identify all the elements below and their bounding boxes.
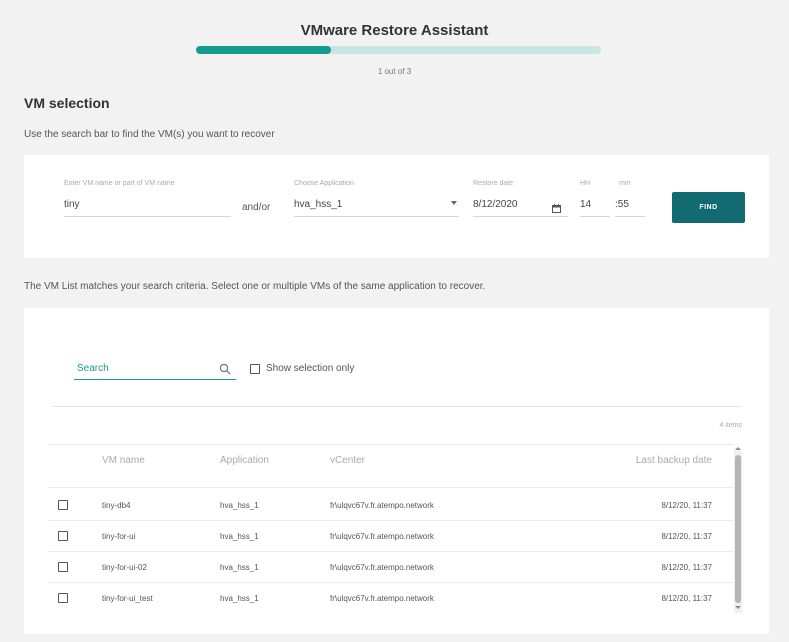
- instructions-text: Use the search bar to find the VM(s) you…: [24, 129, 275, 140]
- column-header-vcenter[interactable]: vCenter: [330, 455, 365, 466]
- cell-application: hva_hss_1: [220, 594, 259, 603]
- section-title: VM selection: [24, 95, 110, 111]
- progress-fill: [196, 46, 331, 54]
- row-separator: [48, 582, 734, 583]
- row-checkbox[interactable]: [58, 531, 68, 541]
- minute-underline: [615, 216, 645, 217]
- divider: [52, 406, 742, 407]
- minute-input[interactable]: :55: [615, 199, 629, 210]
- column-header-last-backup[interactable]: Last backup date: [584, 455, 712, 466]
- restore-date-underline: [473, 216, 568, 217]
- row-checkbox[interactable]: [58, 593, 68, 603]
- hour-underline: [580, 216, 610, 217]
- cell-vcenter: fr\ulqvc67v.fr.atempo.network: [330, 532, 434, 541]
- application-select[interactable]: hva_hss_1: [294, 199, 342, 210]
- search-underline: [74, 379, 236, 380]
- row-separator: [48, 551, 734, 552]
- cell-vcenter: fr\ulqvc67v.fr.atempo.network: [330, 594, 434, 603]
- items-count: 4 items: [719, 422, 742, 429]
- cell-vm-name: tiny-db4: [102, 501, 131, 510]
- header-separator: [48, 487, 734, 488]
- show-selection-checkbox[interactable]: [250, 364, 260, 374]
- scroll-up-arrow-icon[interactable]: [735, 447, 741, 450]
- calendar-icon[interactable]: [552, 200, 561, 213]
- step-indicator: 1 out of 3: [377, 67, 412, 76]
- vm-name-label: Enter VM name or part of VM name: [64, 180, 175, 187]
- restore-date-label: Restore date: [473, 180, 514, 187]
- column-header-vm-name[interactable]: VM name: [102, 455, 145, 466]
- search-form-card: Enter VM name or part of VM name tiny an…: [24, 155, 769, 258]
- show-selection-label: Show selection only: [266, 363, 355, 374]
- cell-vm-name: tiny-for-ui-02: [102, 563, 147, 572]
- vm-name-input[interactable]: tiny: [64, 199, 80, 210]
- find-button[interactable]: FIND: [672, 192, 745, 223]
- cell-application: hva_hss_1: [220, 501, 259, 510]
- results-description: The VM List matches your search criteria…: [24, 281, 486, 292]
- cell-vm-name: tiny-for-ui: [102, 532, 136, 541]
- hour-input[interactable]: 14: [580, 199, 591, 210]
- vm-name-underline: [64, 216, 231, 217]
- andor-text: and/or: [242, 202, 271, 213]
- restore-date-input[interactable]: 8/12/2020: [473, 199, 518, 210]
- cell-last-backup: 8/12/20, 11:37: [661, 594, 712, 603]
- cell-vcenter: fr\ulqvc67v.fr.atempo.network: [330, 501, 434, 510]
- row-separator: [48, 520, 734, 521]
- cell-vm-name: tiny-for-ui_test: [102, 594, 153, 603]
- search-input[interactable]: Search: [77, 363, 109, 374]
- cell-application: hva_hss_1: [220, 532, 259, 541]
- wizard-title: VMware Restore Assistant: [300, 22, 489, 39]
- search-icon[interactable]: [219, 362, 231, 375]
- cell-vcenter: fr\ulqvc67v.fr.atempo.network: [330, 563, 434, 572]
- cell-last-backup: 8/12/20, 11:37: [661, 501, 712, 510]
- row-checkbox[interactable]: [58, 562, 68, 572]
- scroll-down-arrow-icon[interactable]: [735, 606, 741, 609]
- progress-bar: [196, 46, 601, 54]
- cell-last-backup: 8/12/20, 11:37: [661, 563, 712, 572]
- cell-last-backup: 8/12/20, 11:37: [661, 532, 712, 541]
- application-underline: [294, 216, 459, 217]
- cell-application: hva_hss_1: [220, 563, 259, 572]
- scrollbar-thumb[interactable]: [735, 455, 741, 603]
- minute-label: mm: [619, 180, 631, 187]
- application-label: Choose Application: [294, 180, 354, 187]
- column-header-application[interactable]: Application: [220, 455, 269, 466]
- dropdown-arrow-icon[interactable]: [451, 201, 457, 205]
- table-top-border: [48, 444, 734, 445]
- row-checkbox[interactable]: [58, 500, 68, 510]
- results-card: Search Show selection only 4 items VM na…: [24, 308, 769, 634]
- hour-label: HH: [580, 180, 591, 187]
